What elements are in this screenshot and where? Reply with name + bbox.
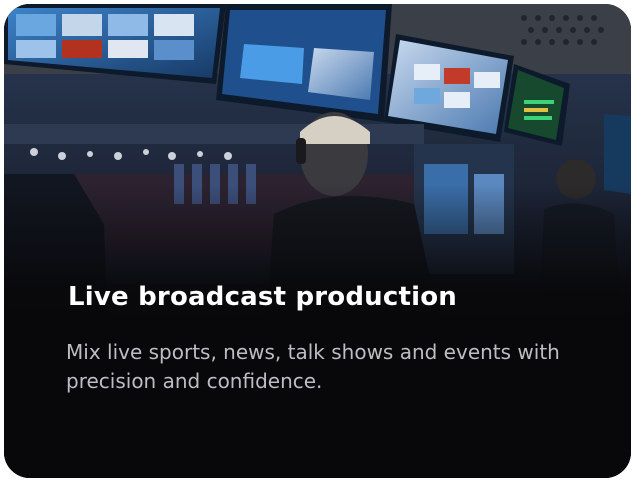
text-backdrop-gradient	[4, 4, 631, 478]
card-description: Mix live sports, news, talk shows and ev…	[66, 340, 560, 393]
card-title: Live broadcast production	[68, 282, 458, 312]
feature-card[interactable]: Live broadcast production Mix live sport…	[4, 4, 631, 478]
